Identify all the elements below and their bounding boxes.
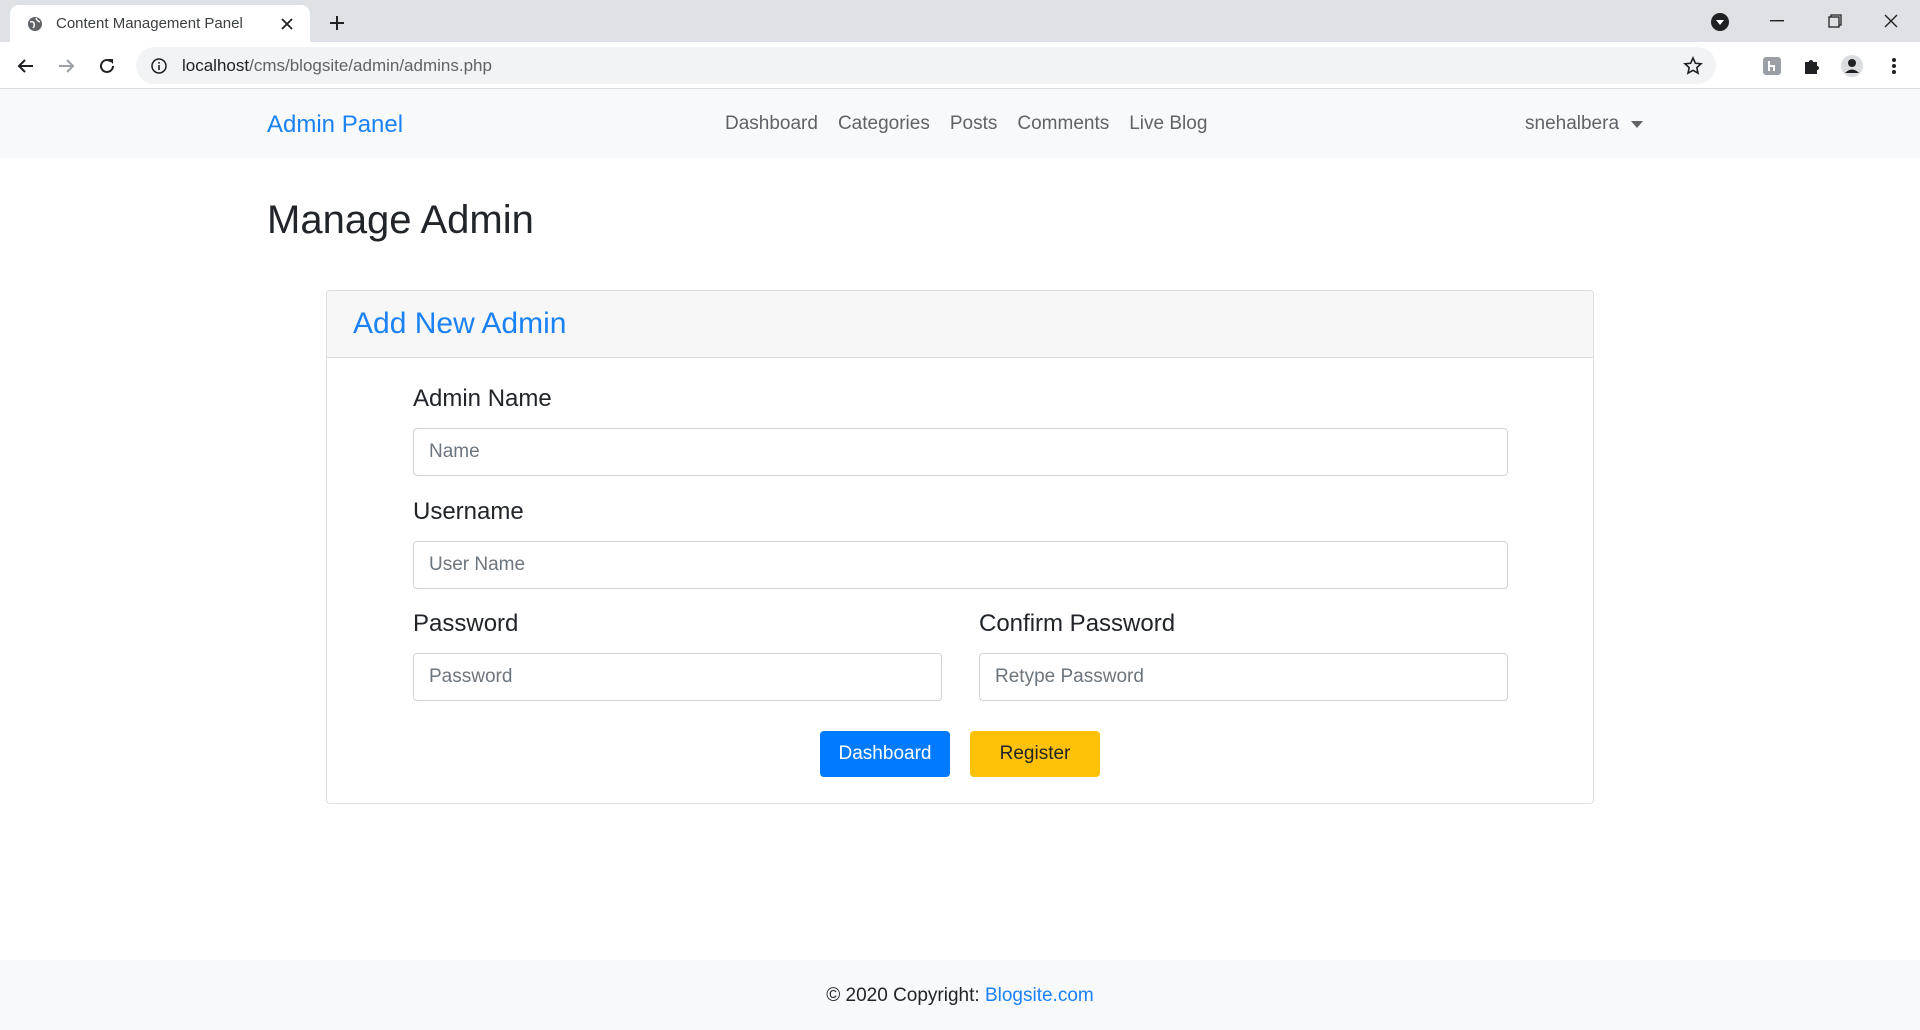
browser-tab-strip: Content Management Panel	[0, 0, 1920, 42]
page-title: Manage Admin	[267, 198, 534, 242]
browser-toolbar: localhost/cms/blogsite/admin/admins.php	[0, 42, 1920, 89]
nav-dashboard[interactable]: Dashboard	[725, 113, 828, 135]
puzzle-icon[interactable]	[1800, 54, 1824, 78]
tab-search-icon[interactable]	[1708, 10, 1732, 34]
username-input[interactable]	[413, 541, 1508, 589]
card-title: Add New Admin	[353, 307, 567, 340]
nav-links: Dashboard Categories Posts Comments Live…	[725, 113, 1217, 135]
url-path: /cms/blogsite/admin/admins.php	[249, 55, 492, 75]
tab-title: Content Management Panel	[56, 15, 243, 32]
forward-icon[interactable]	[50, 50, 82, 82]
confirm-password-input[interactable]	[979, 653, 1508, 701]
close-window-icon[interactable]	[1862, 0, 1920, 42]
account-icon[interactable]	[1840, 54, 1864, 78]
url-host: localhost	[182, 55, 250, 75]
nav-posts[interactable]: Posts	[940, 113, 1008, 135]
info-icon[interactable]	[150, 57, 168, 75]
username-field-label: Username	[413, 498, 524, 525]
back-icon[interactable]	[10, 50, 42, 82]
footer: © 2020 Copyright: Blogsite.com	[0, 960, 1920, 1030]
nav-live-blog[interactable]: Live Blog	[1119, 113, 1217, 135]
admin-name-input[interactable]	[413, 428, 1508, 476]
reload-icon[interactable]	[91, 50, 123, 82]
footer-link[interactable]: Blogsite.com	[985, 985, 1094, 1006]
restore-icon[interactable]	[1806, 0, 1864, 42]
minimize-icon[interactable]	[1748, 0, 1806, 42]
register-button[interactable]: Register	[970, 731, 1100, 777]
card-header: Add New Admin	[327, 291, 1593, 358]
new-tab-button[interactable]	[322, 8, 352, 38]
bookmark-star-icon[interactable]	[1682, 55, 1704, 77]
admin-name-label: Admin Name	[413, 385, 552, 412]
extension-icon[interactable]	[1760, 54, 1784, 78]
confirm-password-label: Confirm Password	[979, 610, 1176, 637]
caret-down-icon	[1631, 120, 1644, 128]
globe-icon	[26, 15, 44, 33]
url-text: localhost/cms/blogsite/admin/admins.php	[182, 56, 492, 76]
password-input[interactable]	[413, 653, 942, 701]
dashboard-button[interactable]: Dashboard	[820, 731, 950, 777]
site-navbar: Admin Panel Dashboard Categories Posts C…	[0, 89, 1920, 158]
address-bar[interactable]: localhost/cms/blogsite/admin/admins.php	[136, 47, 1716, 84]
nav-comments[interactable]: Comments	[1007, 113, 1119, 135]
close-tab-icon[interactable]	[276, 13, 298, 35]
nav-categories[interactable]: Categories	[828, 113, 940, 135]
copyright-text: © 2020 Copyright:	[826, 985, 985, 1006]
browser-tab[interactable]: Content Management Panel	[10, 5, 310, 42]
brand-link[interactable]: Admin Panel	[267, 111, 403, 139]
password-label: Password	[413, 610, 519, 637]
user-dropdown[interactable]: snehalbera	[1525, 113, 1644, 135]
username-label: snehalbera	[1525, 113, 1620, 134]
menu-kebab-icon[interactable]	[1882, 54, 1906, 78]
